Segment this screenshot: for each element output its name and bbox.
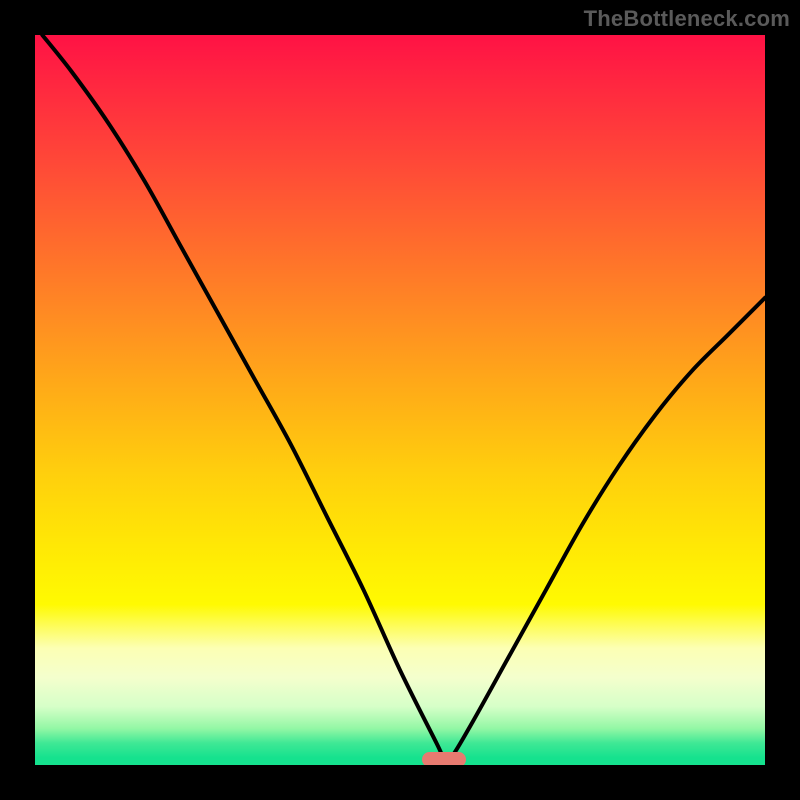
plot-area (35, 35, 765, 765)
bottleneck-curve (35, 35, 765, 765)
watermark-text: TheBottleneck.com (584, 6, 790, 32)
chart-frame: TheBottleneck.com (0, 0, 800, 800)
optimal-marker (422, 752, 466, 765)
